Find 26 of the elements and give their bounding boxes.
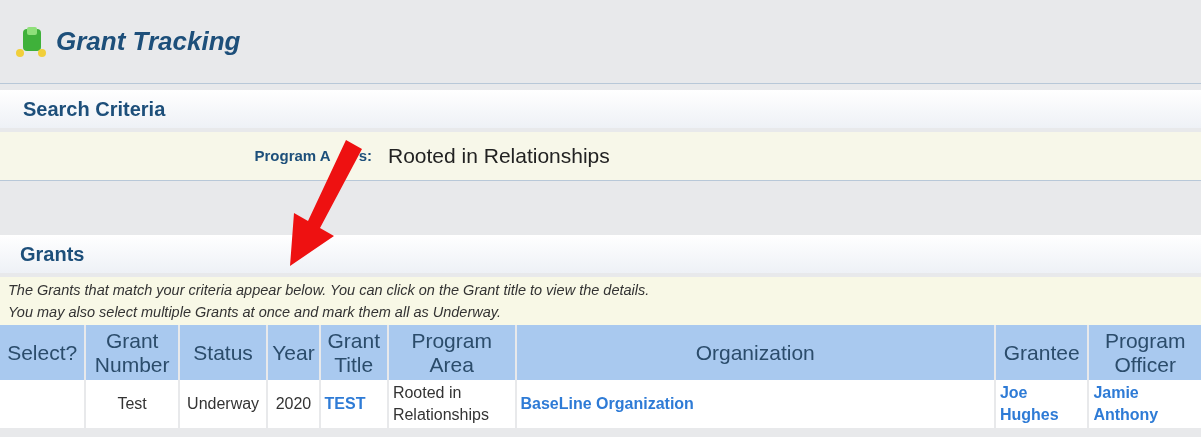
column-header: Program Area (410, 328, 493, 377)
field-value: Rooted in Relationships (388, 143, 610, 170)
column-header: Grantee (1003, 340, 1080, 365)
money-bag-icon (14, 24, 48, 59)
table-cell-text: Rooted in Relationships (392, 383, 489, 425)
table-link[interactable]: Joe Hughes (999, 382, 1059, 426)
column-header: Grant Number (93, 328, 171, 377)
field-label: Program A (254, 145, 331, 166)
column-header: Status (193, 340, 253, 365)
description-text: The Grants that match your criteria appear below. You can click on the Grant title to view the details. (8, 281, 651, 300)
description-text: You may also select multiple Grants at once and mark them all as Underway. (8, 303, 502, 322)
table-link[interactable]: TEST (324, 393, 366, 415)
page-title: Grant Tracking (56, 25, 241, 58)
section-title: Grants (20, 242, 85, 267)
section-title: Search Criteria (23, 97, 166, 122)
table-cell-text: Underway (187, 394, 260, 414)
column-header: Select? (7, 340, 78, 365)
column-header: Grant Title (326, 328, 381, 377)
table-link[interactable]: Jamie Anthony (1093, 382, 1159, 426)
table-cell-text: Test (117, 394, 147, 414)
column-header: Year (272, 340, 315, 365)
table-cell-text: 2020 (275, 394, 312, 414)
column-header: Organization (695, 340, 815, 365)
table-link[interactable]: BaseLine Organization (520, 393, 694, 415)
column-header: Program Officer (1103, 328, 1187, 377)
field-label: s: (358, 145, 372, 166)
